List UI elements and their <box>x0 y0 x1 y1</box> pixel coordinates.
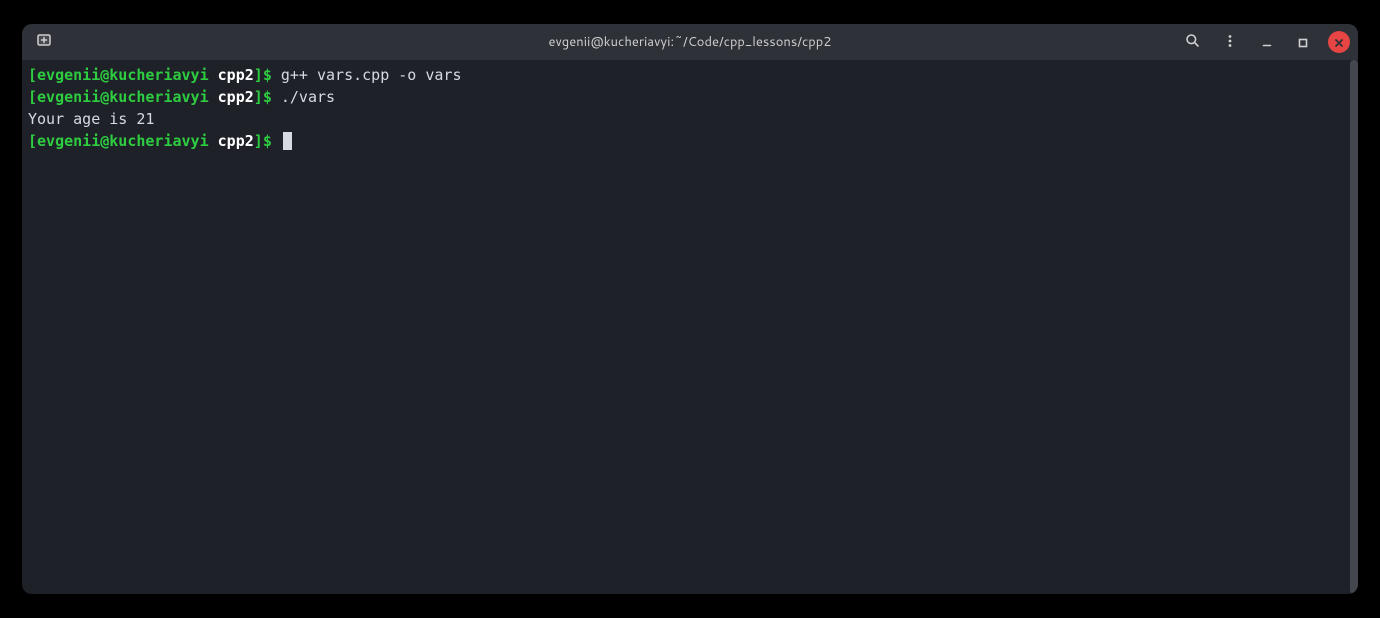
terminal-prompt-line: [evgenii@kucheriavyi cpp2]$ <box>28 130 1352 152</box>
minimize-button[interactable] <box>1256 31 1278 53</box>
titlebar-right <box>1180 30 1350 54</box>
terminal-command <box>272 132 281 150</box>
search-button[interactable] <box>1180 30 1204 54</box>
terminal-output: Your age is 21 <box>28 110 154 128</box>
terminal-command: g++ vars.cpp -o vars <box>272 66 462 84</box>
scrollbar-thumb[interactable] <box>1350 60 1358 594</box>
maximize-button[interactable] <box>1292 31 1314 53</box>
maximize-icon <box>1298 33 1308 52</box>
terminal-cursor <box>283 132 292 150</box>
titlebar: evgenii@kucheriavyi:~/Code/cpp_lessons/c… <box>22 24 1358 60</box>
search-icon <box>1185 33 1200 52</box>
close-icon <box>1334 33 1344 52</box>
menu-button[interactable] <box>1218 30 1242 54</box>
window-title: evgenii@kucheriavyi:~/Code/cpp_lessons/c… <box>549 33 832 51</box>
minimize-icon <box>1262 33 1272 52</box>
kebab-menu-icon <box>1223 33 1237 52</box>
terminal-output-line: Your age is 21 <box>28 108 1352 130</box>
new-tab-button[interactable] <box>30 28 58 56</box>
terminal-prompt-line: [evgenii@kucheriavyi cpp2]$ g++ vars.cpp… <box>28 64 1352 86</box>
terminal-prompt-line: [evgenii@kucheriavyi cpp2]$ ./vars <box>28 86 1352 108</box>
new-tab-icon <box>36 32 52 52</box>
close-button[interactable] <box>1328 31 1350 53</box>
terminal-window: evgenii@kucheriavyi:~/Code/cpp_lessons/c… <box>22 24 1358 594</box>
titlebar-left <box>30 28 58 56</box>
terminal-command: ./vars <box>272 88 335 106</box>
terminal-body[interactable]: [evgenii@kucheriavyi cpp2]$ g++ vars.cpp… <box>22 60 1358 594</box>
scrollbar[interactable] <box>1350 60 1358 594</box>
terminal-content: [evgenii@kucheriavyi cpp2]$ g++ vars.cpp… <box>28 64 1352 152</box>
